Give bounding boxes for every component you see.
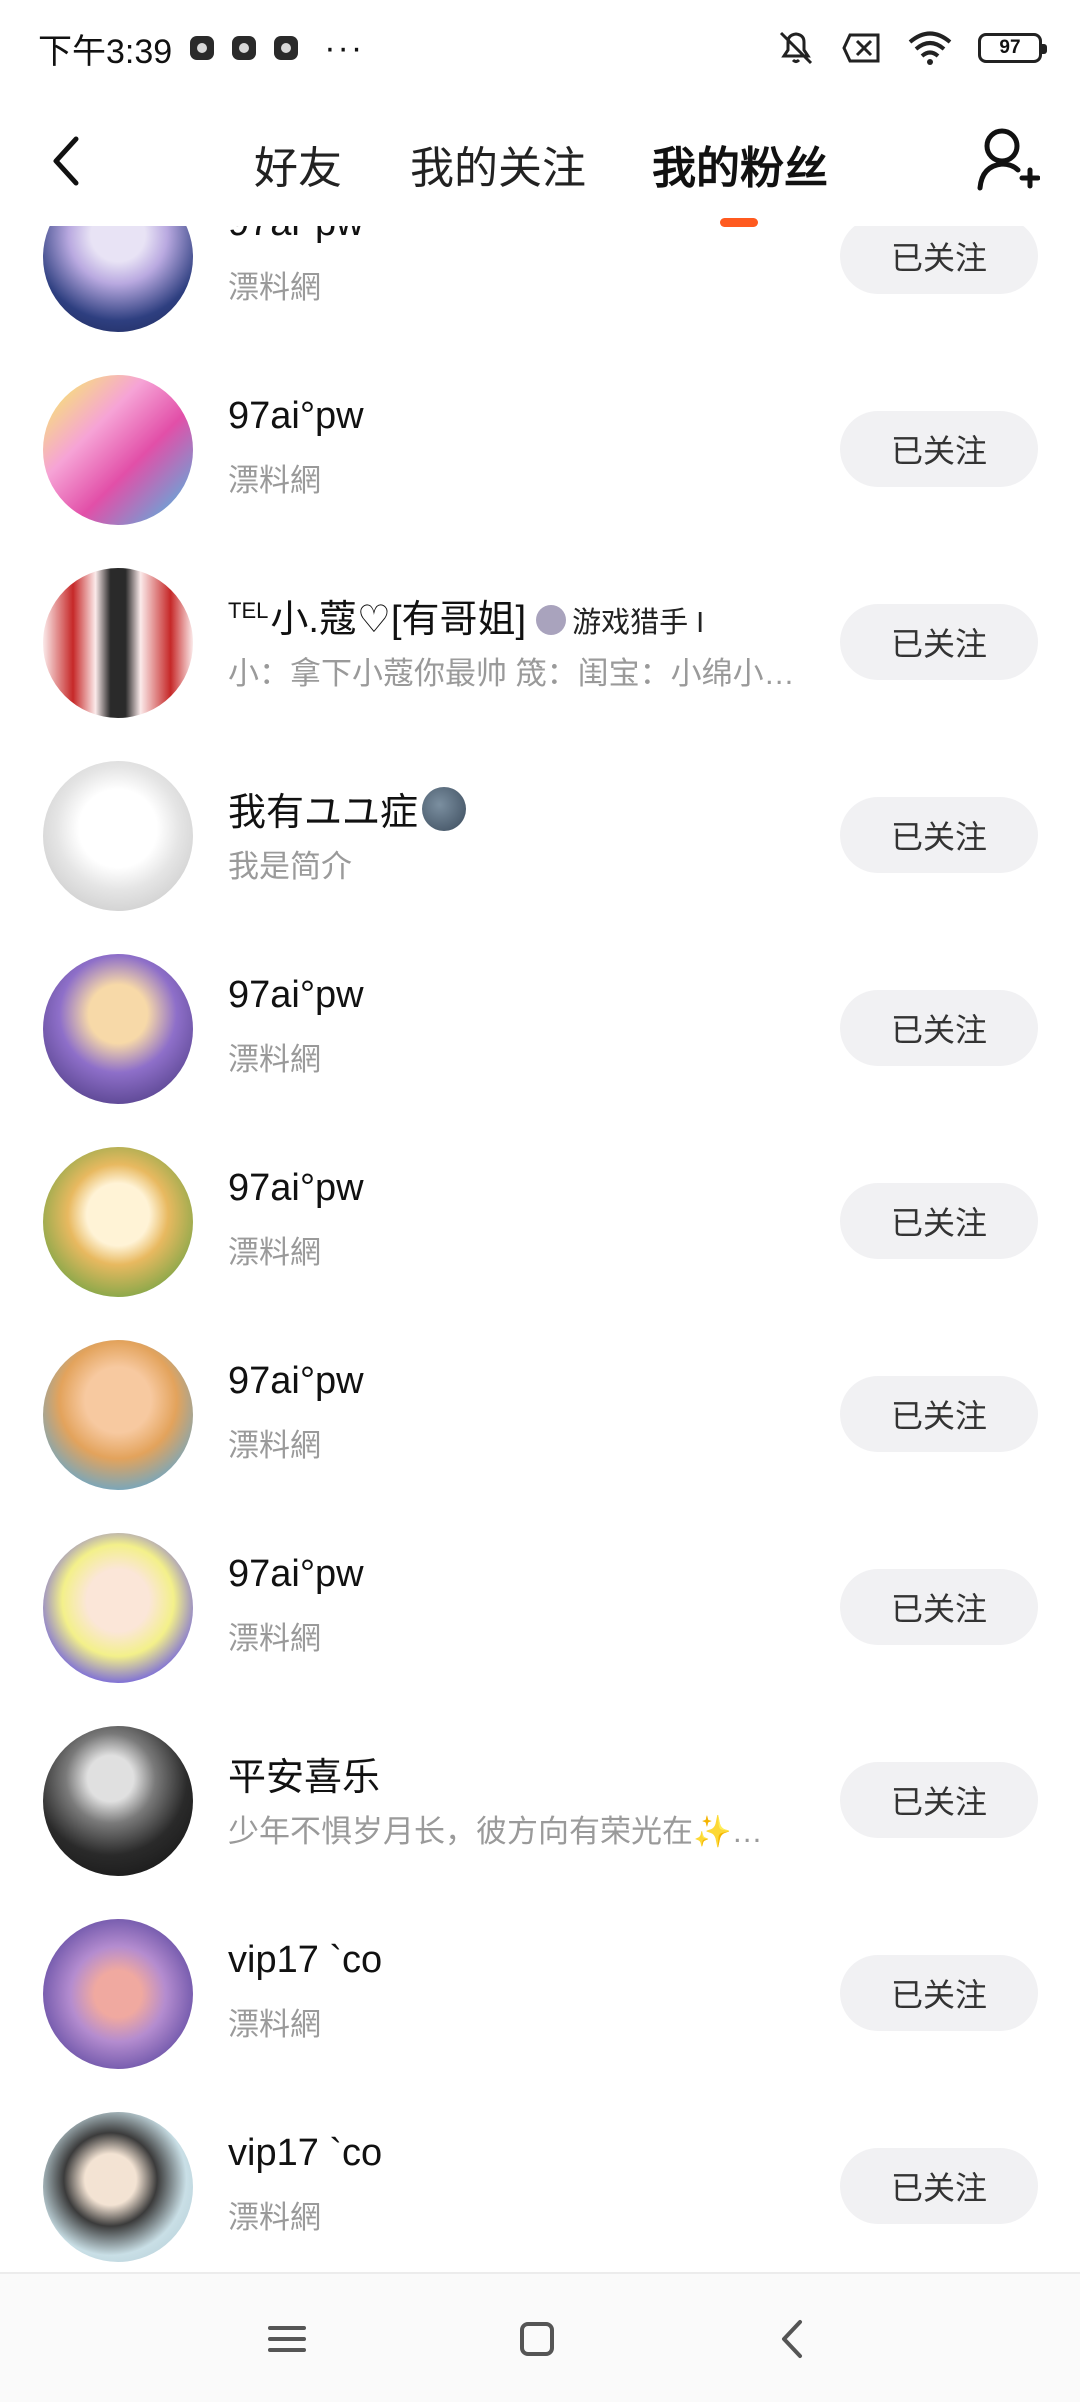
- menu-icon[interactable]: [262, 2314, 312, 2364]
- avatar[interactable]: [43, 375, 193, 525]
- following-button[interactable]: 已关注: [840, 226, 1038, 294]
- follower-name[interactable]: 97ai°pw: [228, 395, 364, 438]
- avatar[interactable]: [43, 2112, 193, 2262]
- follower-name[interactable]: 97ai°pw: [228, 226, 364, 245]
- battery-level: 97: [999, 37, 1021, 58]
- add-friend-icon[interactable]: [976, 126, 1040, 194]
- follower-name[interactable]: 我有ユユ症: [228, 781, 467, 836]
- moon-emoji-icon: [422, 787, 467, 831]
- more-notifications-icon: ···: [324, 29, 365, 67]
- header: 好友 我的关注 我的粉丝: [0, 96, 1080, 227]
- avatar[interactable]: [43, 1340, 193, 1490]
- follower-name-text: 小.蔻♡[有哥姐]: [270, 599, 527, 641]
- following-button[interactable]: 已关注: [840, 1183, 1038, 1259]
- follower-name[interactable]: 97ai°pw: [228, 974, 364, 1017]
- follower-list[interactable]: 97ai°pw 漂料網 已关注 97ai°pw 漂料網 已关注 TEL小.蔻♡[…: [0, 226, 1080, 2276]
- list-item[interactable]: 97ai°pw 漂料網 已关注: [0, 1147, 1080, 1340]
- list-item[interactable]: 97ai°pw 漂料網 已关注: [0, 226, 1080, 375]
- avatar[interactable]: [43, 568, 193, 718]
- robot-notification-icon: [274, 36, 299, 60]
- mute-icon: [779, 31, 813, 65]
- follower-bio: 少年不惧岁月长，彼方向有荣光在✨…: [228, 1814, 763, 1849]
- tab-following[interactable]: 我的关注: [410, 132, 586, 196]
- list-item[interactable]: 97ai°pw 漂料網 已关注: [0, 1340, 1080, 1533]
- list-item[interactable]: 我有ユユ症 我是简介 已关注: [0, 761, 1080, 954]
- avatar[interactable]: [43, 1533, 193, 1683]
- following-button[interactable]: 已关注: [840, 990, 1038, 1066]
- status-time: 下午3:39: [38, 32, 173, 71]
- tab-bar: 好友 我的关注 我的粉丝: [0, 96, 1080, 227]
- list-item[interactable]: 97ai°pw 漂料網 已关注: [0, 375, 1080, 568]
- list-item[interactable]: 平安喜乐 少年不惧岁月长，彼方向有荣光在✨… 已关注: [0, 1726, 1080, 1919]
- follower-bio: 漂料網: [228, 2007, 321, 2042]
- list-item[interactable]: TEL小.蔻♡[有哥姐] 游戏猎手 I 小：拿下小蔻你最帅 筬：闺宝：小绵小… 已…: [0, 568, 1080, 761]
- avatar[interactable]: [43, 1919, 193, 2069]
- camera-notification-icon: [232, 36, 257, 60]
- follower-bio: 漂料網: [228, 270, 321, 305]
- following-button[interactable]: 已关注: [840, 604, 1038, 680]
- follower-bio: 我是简介: [228, 849, 352, 884]
- list-item[interactable]: vip17 `co 漂料網 已关注: [0, 2112, 1080, 2276]
- app-notification-icon: [190, 36, 215, 60]
- game-hunter-badge: 游戏猎手 I: [536, 605, 705, 639]
- follower-name[interactable]: 97ai°pw: [228, 1553, 364, 1596]
- follower-bio: 漂料網: [228, 1428, 321, 1463]
- follower-name-text: 我有ユユ症: [228, 792, 419, 834]
- follower-name[interactable]: 平安喜乐: [228, 1746, 380, 1801]
- game-badge-icon: [536, 605, 567, 635]
- following-button[interactable]: 已关注: [840, 1569, 1038, 1645]
- tab-followers[interactable]: 我的粉丝: [652, 132, 828, 196]
- game-badge-label: 游戏猎手 I: [572, 607, 705, 639]
- back-nav-icon[interactable]: [768, 2314, 818, 2364]
- list-item[interactable]: 97ai°pw 漂料網 已关注: [0, 1533, 1080, 1726]
- system-nav-bar: [0, 2272, 1080, 2402]
- status-left: 下午3:39 ···: [38, 24, 364, 73]
- follower-name[interactable]: TEL小.蔻♡[有哥姐] 游戏猎手 I: [228, 588, 704, 643]
- follower-bio: 漂料網: [228, 463, 321, 498]
- follower-name[interactable]: 97ai°pw: [228, 1167, 364, 1210]
- following-button[interactable]: 已关注: [840, 1376, 1038, 1452]
- follower-bio: 漂料網: [228, 1235, 321, 1270]
- avatar[interactable]: [43, 226, 193, 332]
- list-item[interactable]: 97ai°pw 漂料網 已关注: [0, 954, 1080, 1147]
- follower-bio: 漂料網: [228, 1042, 321, 1077]
- status-bar: 下午3:39 ··· 97: [0, 0, 1080, 96]
- battery-icon: 97: [978, 33, 1047, 63]
- following-button[interactable]: 已关注: [840, 1762, 1038, 1838]
- following-button[interactable]: 已关注: [840, 1955, 1038, 2031]
- follower-bio: 漂料網: [228, 1621, 321, 1656]
- following-button[interactable]: 已关注: [840, 411, 1038, 487]
- status-right: 97: [776, 30, 1047, 66]
- following-button[interactable]: 已关注: [840, 2148, 1038, 2224]
- follower-bio: 小：拿下小蔻你最帅 筬：闺宝：小绵小…: [228, 656, 795, 691]
- no-sim-icon: [842, 33, 880, 63]
- following-button[interactable]: 已关注: [840, 797, 1038, 873]
- home-icon[interactable]: [512, 2314, 562, 2364]
- follower-name[interactable]: 97ai°pw: [228, 1360, 364, 1403]
- follower-name[interactable]: vip17 `co: [228, 1939, 382, 1982]
- follower-name[interactable]: vip17 `co: [228, 2132, 382, 2175]
- tab-friends[interactable]: 好友: [254, 132, 342, 196]
- avatar[interactable]: [43, 761, 193, 911]
- tel-tag: TEL: [228, 598, 269, 623]
- avatar[interactable]: [43, 1726, 193, 1876]
- list-item[interactable]: vip17 `co 漂料網 已关注: [0, 1919, 1080, 2112]
- follower-bio: 漂料網: [228, 2200, 321, 2235]
- avatar[interactable]: [43, 954, 193, 1104]
- avatar[interactable]: [43, 1147, 193, 1297]
- wifi-icon: [908, 31, 952, 65]
